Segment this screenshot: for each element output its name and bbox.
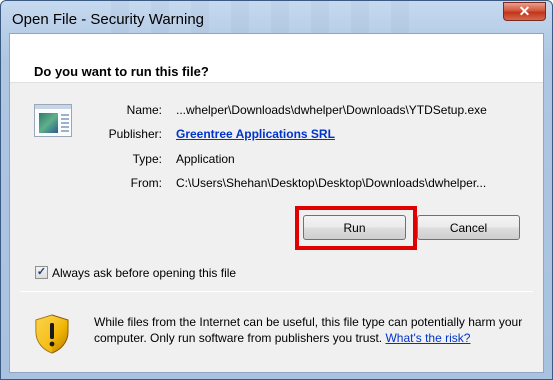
application-file-icon <box>34 104 72 137</box>
titlebar[interactable]: Open File - Security Warning ✕ <box>1 1 552 33</box>
from-value: C:\Users\Shehan\Desktop\Desktop\Download… <box>176 176 487 190</box>
checkmark-icon: ✓ <box>36 266 47 278</box>
window-title: Open File - Security Warning <box>12 11 205 28</box>
cancel-button[interactable]: Cancel <box>417 215 520 240</box>
close-icon: ✕ <box>518 3 531 19</box>
separator <box>20 291 533 292</box>
security-shield-icon <box>35 314 69 354</box>
cancel-button-label: Cancel <box>449 220 488 235</box>
always-ask-label[interactable]: Always ask before opening this file <box>52 266 236 280</box>
run-button-label: Run <box>343 220 366 235</box>
from-label: From: <box>130 176 162 190</box>
type-value: Application <box>176 152 235 166</box>
run-button[interactable]: Run <box>303 215 406 240</box>
name-value: ...whelper\Downloads\dwhelper\Downloads\… <box>176 103 487 117</box>
close-button[interactable]: ✕ <box>503 2 546 21</box>
name-label: Name: <box>126 103 162 117</box>
dialog-header: Do you want to run this file? <box>10 34 543 83</box>
security-warning-dialog: Open File - Security Warning ✕ Do you wa… <box>0 0 553 380</box>
publisher-link[interactable]: Greentree Applications SRL <box>176 127 335 141</box>
publisher-label: Publisher: <box>108 127 162 141</box>
dialog-question: Do you want to run this file? <box>34 64 209 79</box>
whats-the-risk-link[interactable]: What's the risk? <box>385 331 470 345</box>
always-ask-checkbox[interactable]: ✓ <box>35 266 48 279</box>
dialog-content: Do you want to run this file? Name: ...w… <box>9 33 544 373</box>
warning-message: While files from the Internet can be use… <box>94 314 524 346</box>
type-label: Type: <box>132 152 162 166</box>
